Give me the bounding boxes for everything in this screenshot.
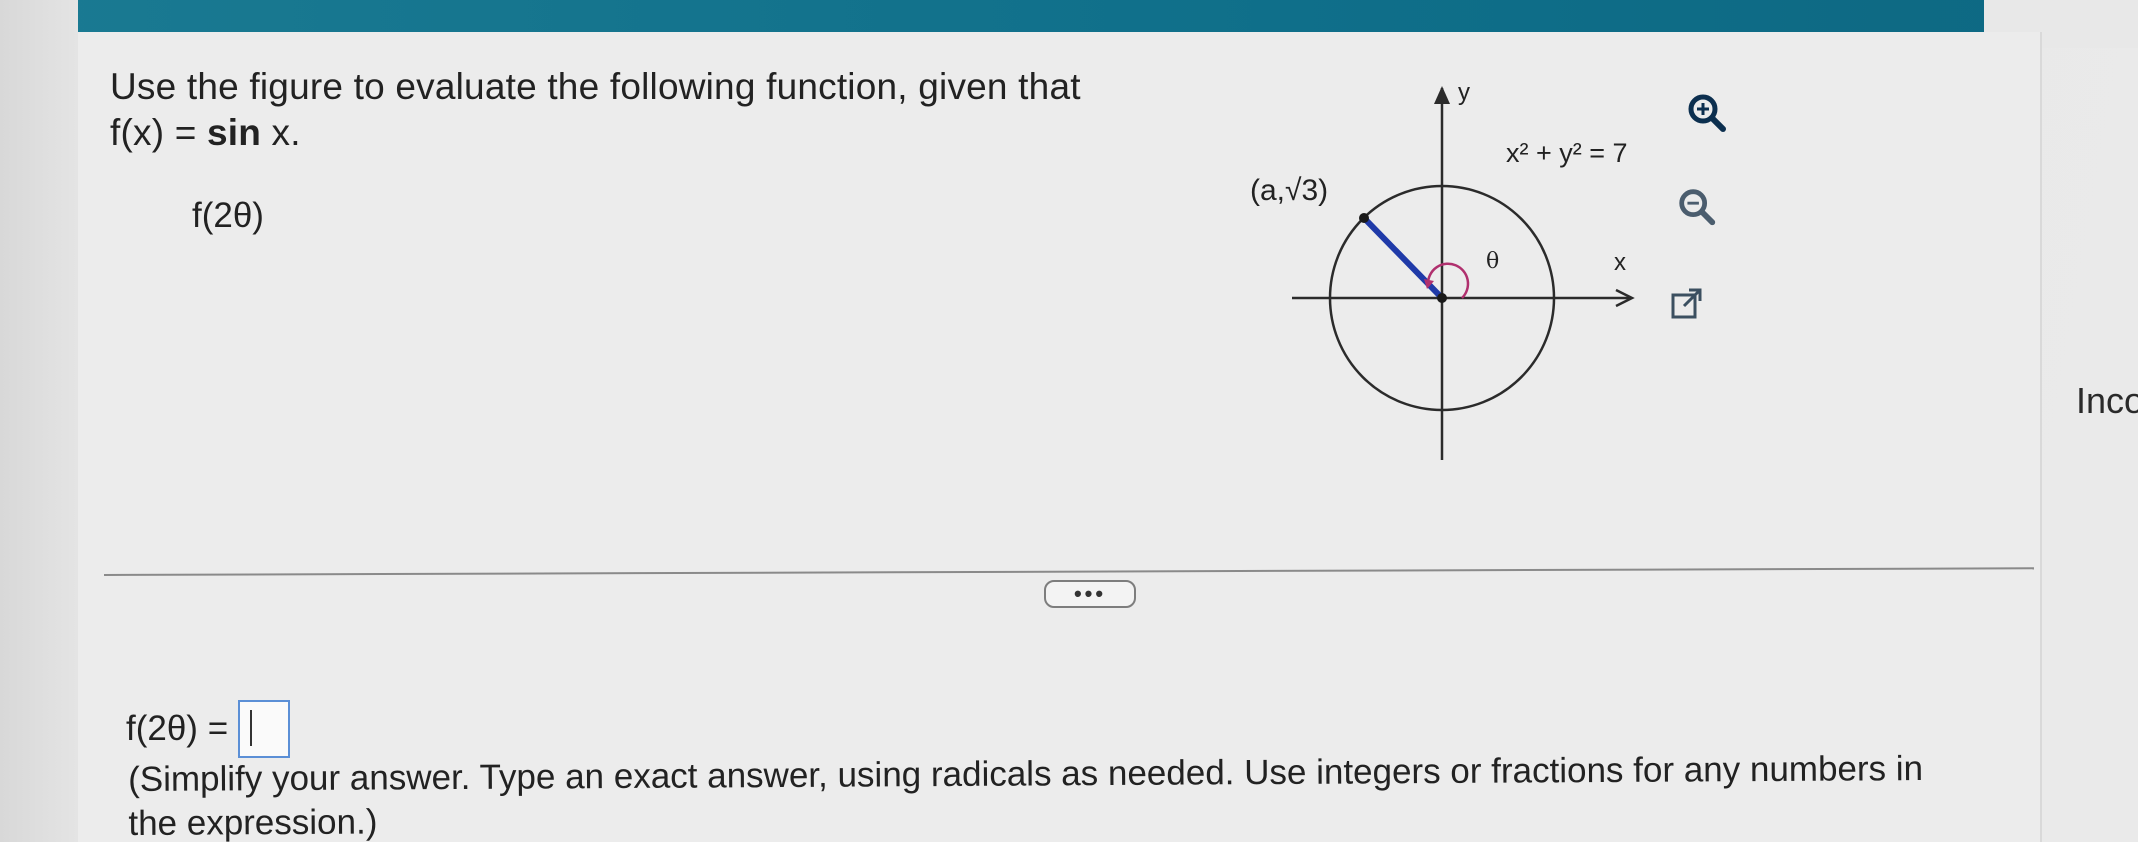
zoom-in-button[interactable] (1680, 86, 1734, 140)
expression-label: f(2θ) (192, 196, 264, 235)
question-line-1: Use the figure to evaluate the following… (110, 66, 1081, 107)
function-prefix: f(x) = (110, 112, 207, 153)
answer-prefix: f(2θ) = (126, 709, 229, 748)
answer-row: f(2θ) = (126, 700, 291, 758)
screen: Use the figure to evaluate the following… (0, 0, 2138, 842)
zoom-out-icon (1679, 189, 1716, 226)
point-label: (a,√3) (1250, 174, 1328, 207)
status-label-truncated: Inco (2076, 380, 2138, 421)
y-axis-label: y (1458, 79, 1470, 106)
zoom-out-button[interactable] (1670, 180, 1724, 234)
terminal-point (1359, 213, 1369, 223)
text-caret (250, 710, 253, 746)
function-suffix: x. (261, 112, 301, 153)
header-bar (0, 0, 2138, 32)
radius-line (1361, 215, 1445, 301)
question-text: Use the figure to evaluate the following… (110, 64, 1081, 156)
equation-label: x² + y² = 7 (1506, 138, 1628, 168)
open-in-new-window-button[interactable] (1660, 278, 1714, 332)
unit-circle-figure: (a,√3) x² + y² = 7 y x θ (1250, 79, 1635, 460)
show-more-button[interactable]: ••• (1044, 580, 1136, 608)
answer-instructions: (Simplify your answer. Type an exact ans… (128, 749, 1924, 842)
left-margin (0, 0, 78, 842)
zoom-in-icon (1688, 94, 1726, 132)
question-line-2: f(x) = sin x. (110, 110, 1081, 156)
x-axis-label: x (1614, 249, 1626, 276)
y-axis-arrow (1434, 86, 1450, 104)
answer-input[interactable] (238, 700, 291, 758)
function-name: sin (207, 112, 262, 153)
angle-label: θ (1486, 249, 1499, 274)
origin-point (1437, 293, 1447, 303)
external-link-icon (1671, 288, 1702, 319)
